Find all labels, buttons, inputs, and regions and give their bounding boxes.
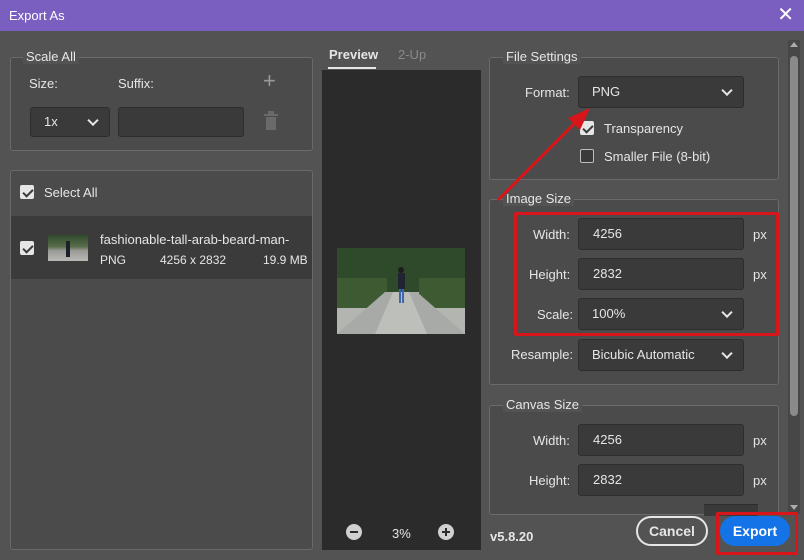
canvas-height-label: Height: xyxy=(529,473,571,488)
select-all-checkbox[interactable] xyxy=(20,185,34,199)
transparency-label[interactable]: Transparency xyxy=(604,121,683,136)
asset-checkbox[interactable] xyxy=(20,241,34,255)
asset-format: PNG xyxy=(100,253,127,267)
close-icon[interactable]: ✕ xyxy=(777,4,794,26)
width-unit: px xyxy=(753,227,767,242)
scrollbar-track[interactable] xyxy=(788,40,800,514)
suffix-input[interactable] xyxy=(118,107,244,137)
canvas-size-panel xyxy=(489,405,779,515)
resample-select-value: Bicubic Automatic xyxy=(592,347,695,362)
reset-canvas-button[interactable] xyxy=(704,504,758,516)
chevron-down-icon xyxy=(721,347,733,360)
zoom-in-icon[interactable] xyxy=(438,524,454,540)
scale-all-legend: Scale All xyxy=(23,49,79,64)
height-unit: px xyxy=(753,267,767,282)
size-select-value: 1x xyxy=(44,114,58,129)
canvas-height-input[interactable]: 2832 xyxy=(578,464,744,496)
resample-label: Resample: xyxy=(511,347,574,362)
scale-select-value: 100% xyxy=(592,306,626,321)
export-button[interactable]: Export xyxy=(720,516,790,546)
width-label: Width: xyxy=(533,227,570,242)
annotation-arrow xyxy=(496,108,590,202)
cancel-button[interactable]: Cancel xyxy=(636,516,708,546)
height-label: Height: xyxy=(529,267,571,282)
canvas-width-unit: px xyxy=(753,433,767,448)
format-select-value: PNG xyxy=(592,84,621,99)
smaller-file-label[interactable]: Smaller File (8-bit) xyxy=(604,149,710,164)
scale-label: Scale: xyxy=(537,307,574,322)
file-settings-legend: File Settings xyxy=(503,49,581,64)
preview-image xyxy=(337,248,465,334)
window-title: Export As xyxy=(9,8,65,23)
trash-icon[interactable] xyxy=(263,111,279,131)
size-select[interactable]: 1x xyxy=(30,107,110,137)
resample-select[interactable]: Bicubic Automatic xyxy=(578,339,744,371)
tab-preview-underline xyxy=(328,67,376,69)
scrollbar-down-arrow[interactable] xyxy=(790,505,798,510)
asset-file-size: 19.9 MB xyxy=(263,253,308,267)
zoom-level[interactable]: 3% xyxy=(392,526,411,541)
chevron-down-icon xyxy=(721,306,733,319)
tab-preview[interactable]: Preview xyxy=(329,47,378,62)
canvas-size-legend: Canvas Size xyxy=(503,397,582,412)
canvas-width-input[interactable]: 4256 xyxy=(578,424,744,456)
format-select[interactable]: PNG xyxy=(578,76,744,108)
asset-name: fashionable-tall-arab-beard-man- xyxy=(100,232,290,247)
canvas-height-unit: px xyxy=(753,473,767,488)
asset-row[interactable]: fashionable-tall-arab-beard-man- PNG 425… xyxy=(11,216,312,279)
format-label: Format: xyxy=(525,85,570,100)
size-label: Size: xyxy=(29,76,58,91)
chevron-down-icon xyxy=(87,114,99,127)
tab-2-up[interactable]: 2-Up xyxy=(398,47,426,62)
select-all-label[interactable]: Select All xyxy=(44,185,97,200)
zoom-out-icon[interactable] xyxy=(346,524,362,540)
scale-select[interactable]: 100% xyxy=(578,298,744,330)
scrollbar-thumb[interactable] xyxy=(790,56,798,416)
height-input[interactable]: 2832 xyxy=(578,258,744,290)
width-input[interactable]: 4256 xyxy=(578,218,744,250)
asset-thumbnail xyxy=(48,235,88,261)
canvas-width-label: Width: xyxy=(533,433,570,448)
version-label: v5.8.20 xyxy=(490,529,534,544)
suffix-label: Suffix: xyxy=(118,76,154,91)
add-scale-icon[interactable]: + xyxy=(263,68,276,94)
chevron-down-icon xyxy=(721,84,733,97)
scrollbar-up-arrow[interactable] xyxy=(790,42,798,47)
title-bar: Export As ✕ xyxy=(0,0,804,31)
asset-dimensions: 4256 x 2832 xyxy=(160,253,227,267)
preview-area: 3% xyxy=(322,70,481,550)
